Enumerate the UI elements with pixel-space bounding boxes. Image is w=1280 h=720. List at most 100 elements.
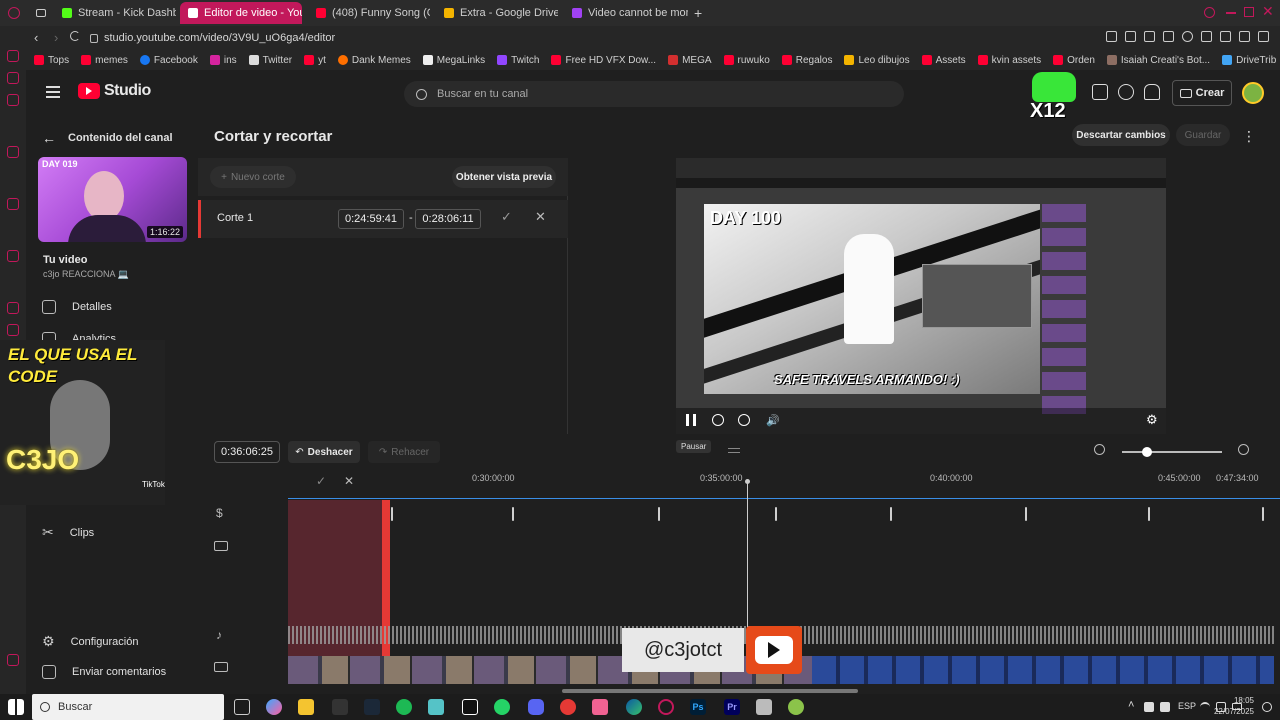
more-options-icon[interactable]: ⋮ bbox=[1242, 128, 1256, 145]
windows-start-icon[interactable] bbox=[8, 699, 24, 715]
redo-button[interactable]: ↷ Rehacer bbox=[368, 441, 440, 463]
app-icon[interactable] bbox=[560, 699, 576, 715]
app-icon[interactable] bbox=[428, 699, 444, 715]
browser-menu-icon[interactable] bbox=[8, 7, 20, 19]
zoom-in-icon[interactable] bbox=[1238, 444, 1249, 455]
create-button[interactable]: Crear bbox=[1172, 80, 1232, 106]
heart-icon[interactable] bbox=[1182, 31, 1193, 42]
bookmark[interactable]: Tops bbox=[34, 55, 69, 66]
clock[interactable]: 18:05 22/07/2025 bbox=[1194, 695, 1254, 717]
tray-app-icon[interactable] bbox=[1160, 702, 1170, 712]
share-icon[interactable] bbox=[1220, 31, 1231, 42]
forward-icon[interactable] bbox=[738, 414, 750, 426]
back-icon[interactable]: ‹ bbox=[34, 30, 38, 45]
bookmark[interactable]: Regalos bbox=[781, 55, 832, 66]
sidebar-app-icon[interactable] bbox=[7, 324, 19, 336]
bookmark[interactable]: DriveTrib bbox=[1222, 55, 1276, 66]
discard-changes-button[interactable]: Descartar cambios bbox=[1072, 124, 1170, 146]
premiere-icon[interactable]: Pr bbox=[724, 699, 740, 715]
settings-gear-icon[interactable]: ⚙ bbox=[1146, 412, 1158, 428]
studio-logo[interactable]: Studio bbox=[78, 82, 151, 100]
bookmark[interactable]: memes bbox=[81, 55, 128, 66]
app-icon[interactable] bbox=[592, 699, 608, 715]
sidebar-app-icon[interactable] bbox=[7, 250, 19, 262]
close-window-button[interactable]: ✕ bbox=[1262, 3, 1274, 20]
sidebar-app-icon[interactable] bbox=[7, 72, 19, 84]
maximize-button[interactable] bbox=[1244, 7, 1254, 17]
save-button[interactable]: Guardar bbox=[1176, 124, 1230, 146]
bookmark[interactable]: Twitch bbox=[497, 55, 539, 66]
pause-icon[interactable] bbox=[686, 414, 696, 426]
tab-monetiz[interactable]: Video cannot be monetiz bbox=[564, 2, 688, 24]
discord-icon[interactable] bbox=[528, 699, 544, 715]
bookmark[interactable]: ruwuko bbox=[723, 55, 770, 66]
reload-icon[interactable] bbox=[70, 31, 80, 41]
current-time[interactable]: 0:36:06:25 bbox=[214, 441, 280, 463]
whatsapp-icon[interactable] bbox=[494, 699, 510, 715]
ad-marker[interactable] bbox=[775, 507, 777, 521]
extension-icon[interactable] bbox=[1144, 31, 1155, 42]
zoom-out-icon[interactable] bbox=[1094, 444, 1105, 455]
sidebar-app-icon[interactable] bbox=[7, 654, 19, 666]
copilot-icon[interactable] bbox=[266, 699, 282, 715]
nav-feedback[interactable]: Enviar comentarios bbox=[42, 665, 166, 679]
edge-icon[interactable] bbox=[626, 699, 642, 715]
cut-start-time[interactable]: 0:24:59:41 bbox=[338, 209, 404, 229]
sidebar-app-icon[interactable] bbox=[7, 302, 19, 314]
channel-search[interactable]: Buscar en tu canal bbox=[404, 81, 904, 107]
steam-icon[interactable] bbox=[364, 699, 380, 715]
opera-gx-icon[interactable] bbox=[658, 699, 674, 715]
ad-marker[interactable] bbox=[391, 507, 393, 521]
app-icon[interactable] bbox=[756, 699, 772, 715]
epic-games-icon[interactable] bbox=[332, 699, 348, 715]
photoshop-icon[interactable]: Ps bbox=[690, 699, 706, 715]
timeline-cancel-icon[interactable]: ✕ bbox=[344, 474, 354, 488]
get-preview-button[interactable]: Obtener vista previa bbox=[452, 166, 556, 188]
forward-icon[interactable]: › bbox=[54, 30, 58, 45]
minimize-button[interactable] bbox=[1226, 12, 1236, 14]
bookmark[interactable]: kvin assets bbox=[977, 55, 1041, 66]
extension-icon[interactable] bbox=[1106, 31, 1117, 42]
ad-marker[interactable] bbox=[1262, 507, 1264, 521]
confirm-cut-icon[interactable]: ✓ bbox=[501, 209, 512, 225]
sidebar-app-icon[interactable] bbox=[7, 50, 19, 62]
timeline-confirm-icon[interactable]: ✓ bbox=[316, 474, 326, 488]
bookmark[interactable]: Isaiah Creati's Bot... bbox=[1106, 55, 1210, 66]
capcut-icon[interactable] bbox=[462, 699, 478, 715]
bookmark[interactable]: Assets bbox=[921, 55, 966, 66]
bookmark[interactable]: Twitter bbox=[248, 55, 292, 66]
bookmark[interactable]: Facebook bbox=[139, 55, 198, 66]
bookmark[interactable]: MEGA bbox=[668, 55, 712, 66]
zoom-slider-thumb[interactable] bbox=[1142, 447, 1152, 457]
spotify-icon[interactable] bbox=[396, 699, 412, 715]
nav-clips[interactable]: ✂ Clips bbox=[42, 524, 94, 541]
nav-details[interactable]: Detalles bbox=[42, 300, 112, 314]
hamburger-menu-icon[interactable] bbox=[46, 86, 60, 98]
notifications-icon[interactable] bbox=[1144, 84, 1160, 100]
puzzle-icon[interactable] bbox=[1201, 31, 1212, 42]
ad-marker[interactable] bbox=[1148, 507, 1150, 521]
bookmark[interactable]: MegaLinks bbox=[422, 55, 485, 66]
ad-marker[interactable] bbox=[890, 507, 892, 521]
tab-kick[interactable]: Stream - Kick Dashboard bbox=[54, 2, 176, 24]
nav-settings[interactable]: ⚙ Configuración bbox=[42, 633, 138, 650]
tray-chevron-icon[interactable]: ˄ bbox=[1128, 699, 1134, 711]
sidebar-app-icon[interactable] bbox=[7, 198, 19, 210]
drag-handle-icon[interactable] bbox=[728, 448, 740, 453]
ad-marker[interactable] bbox=[1025, 507, 1027, 521]
site-info-icon[interactable] bbox=[90, 33, 98, 43]
tray-app-icon[interactable] bbox=[1144, 702, 1154, 712]
zoom-slider[interactable] bbox=[1122, 447, 1222, 457]
delete-cut-icon[interactable]: ✕ bbox=[535, 209, 546, 225]
tab-drive[interactable]: Extra - Google Drive bbox=[436, 2, 558, 24]
undo-button[interactable]: ↶ Deshacer bbox=[288, 441, 360, 463]
bookmark[interactable]: Dank Memes bbox=[337, 55, 411, 66]
volume-icon[interactable]: 🔊 bbox=[766, 414, 780, 427]
avatar[interactable] bbox=[1242, 82, 1264, 104]
cut-end-time[interactable]: 0:28:06:11 bbox=[415, 209, 481, 229]
task-view-icon[interactable] bbox=[234, 699, 250, 715]
video-preview[interactable]: DAY 100 SAFE TRAVELS ARMANDO! :) 🔊 ⚙ bbox=[676, 158, 1166, 434]
taskbar-search[interactable]: Buscar bbox=[32, 694, 224, 720]
rewind-icon[interactable] bbox=[712, 414, 724, 426]
new-cut-button[interactable]: + Nuevo corte bbox=[210, 166, 296, 188]
